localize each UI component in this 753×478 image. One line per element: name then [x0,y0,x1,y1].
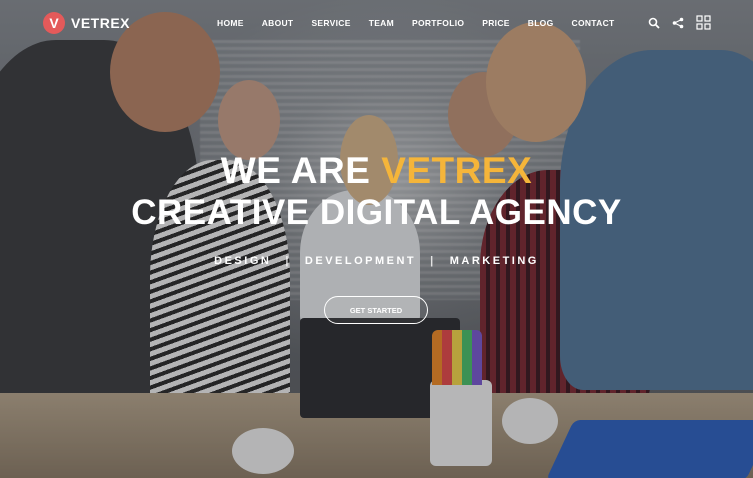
site-header: V VETREX HOME ABOUT SERVICE TEAM PORTFOL… [0,0,753,46]
nav-price[interactable]: PRICE [482,18,509,28]
service-separator: | [430,255,436,267]
hero-title-line2: CREATIVE DIGITAL AGENCY [131,193,622,232]
get-started-button[interactable]: GET STARTED [324,296,428,324]
nav-team[interactable]: TEAM [369,18,394,28]
service-separator: | [285,255,291,267]
search-icon[interactable] [648,17,660,29]
logo-text: VETREX [71,15,131,31]
logo[interactable]: V VETREX [43,12,130,34]
main-nav: HOME ABOUT SERVICE TEAM PORTFOLIO PRICE … [217,18,615,28]
nav-home[interactable]: HOME [217,18,244,28]
nav-blog[interactable]: BLOG [528,18,554,28]
share-icon[interactable] [672,17,684,29]
hero-title-line1: WE ARE VETREX [0,150,753,192]
nav-about[interactable]: ABOUT [262,18,294,28]
nav-contact[interactable]: CONTACT [572,18,615,28]
service-marketing: MARKETING [449,255,539,267]
service-development: DEVELOPMENT [304,255,417,267]
hero-services: DESIGN | DEVELOPMENT | MARKETING [0,255,753,267]
grid-menu-icon[interactable] [696,15,711,30]
service-design: DESIGN [214,255,272,267]
nav-service[interactable]: SERVICE [311,18,350,28]
logo-mark: V [43,12,65,34]
nav-portfolio[interactable]: PORTFOLIO [412,18,464,28]
dark-overlay [0,0,753,478]
hero-background [0,0,753,478]
hero-title-accent: VETREX [381,150,533,191]
hero-title-prefix: WE ARE [220,150,382,191]
header-tools [648,15,711,30]
